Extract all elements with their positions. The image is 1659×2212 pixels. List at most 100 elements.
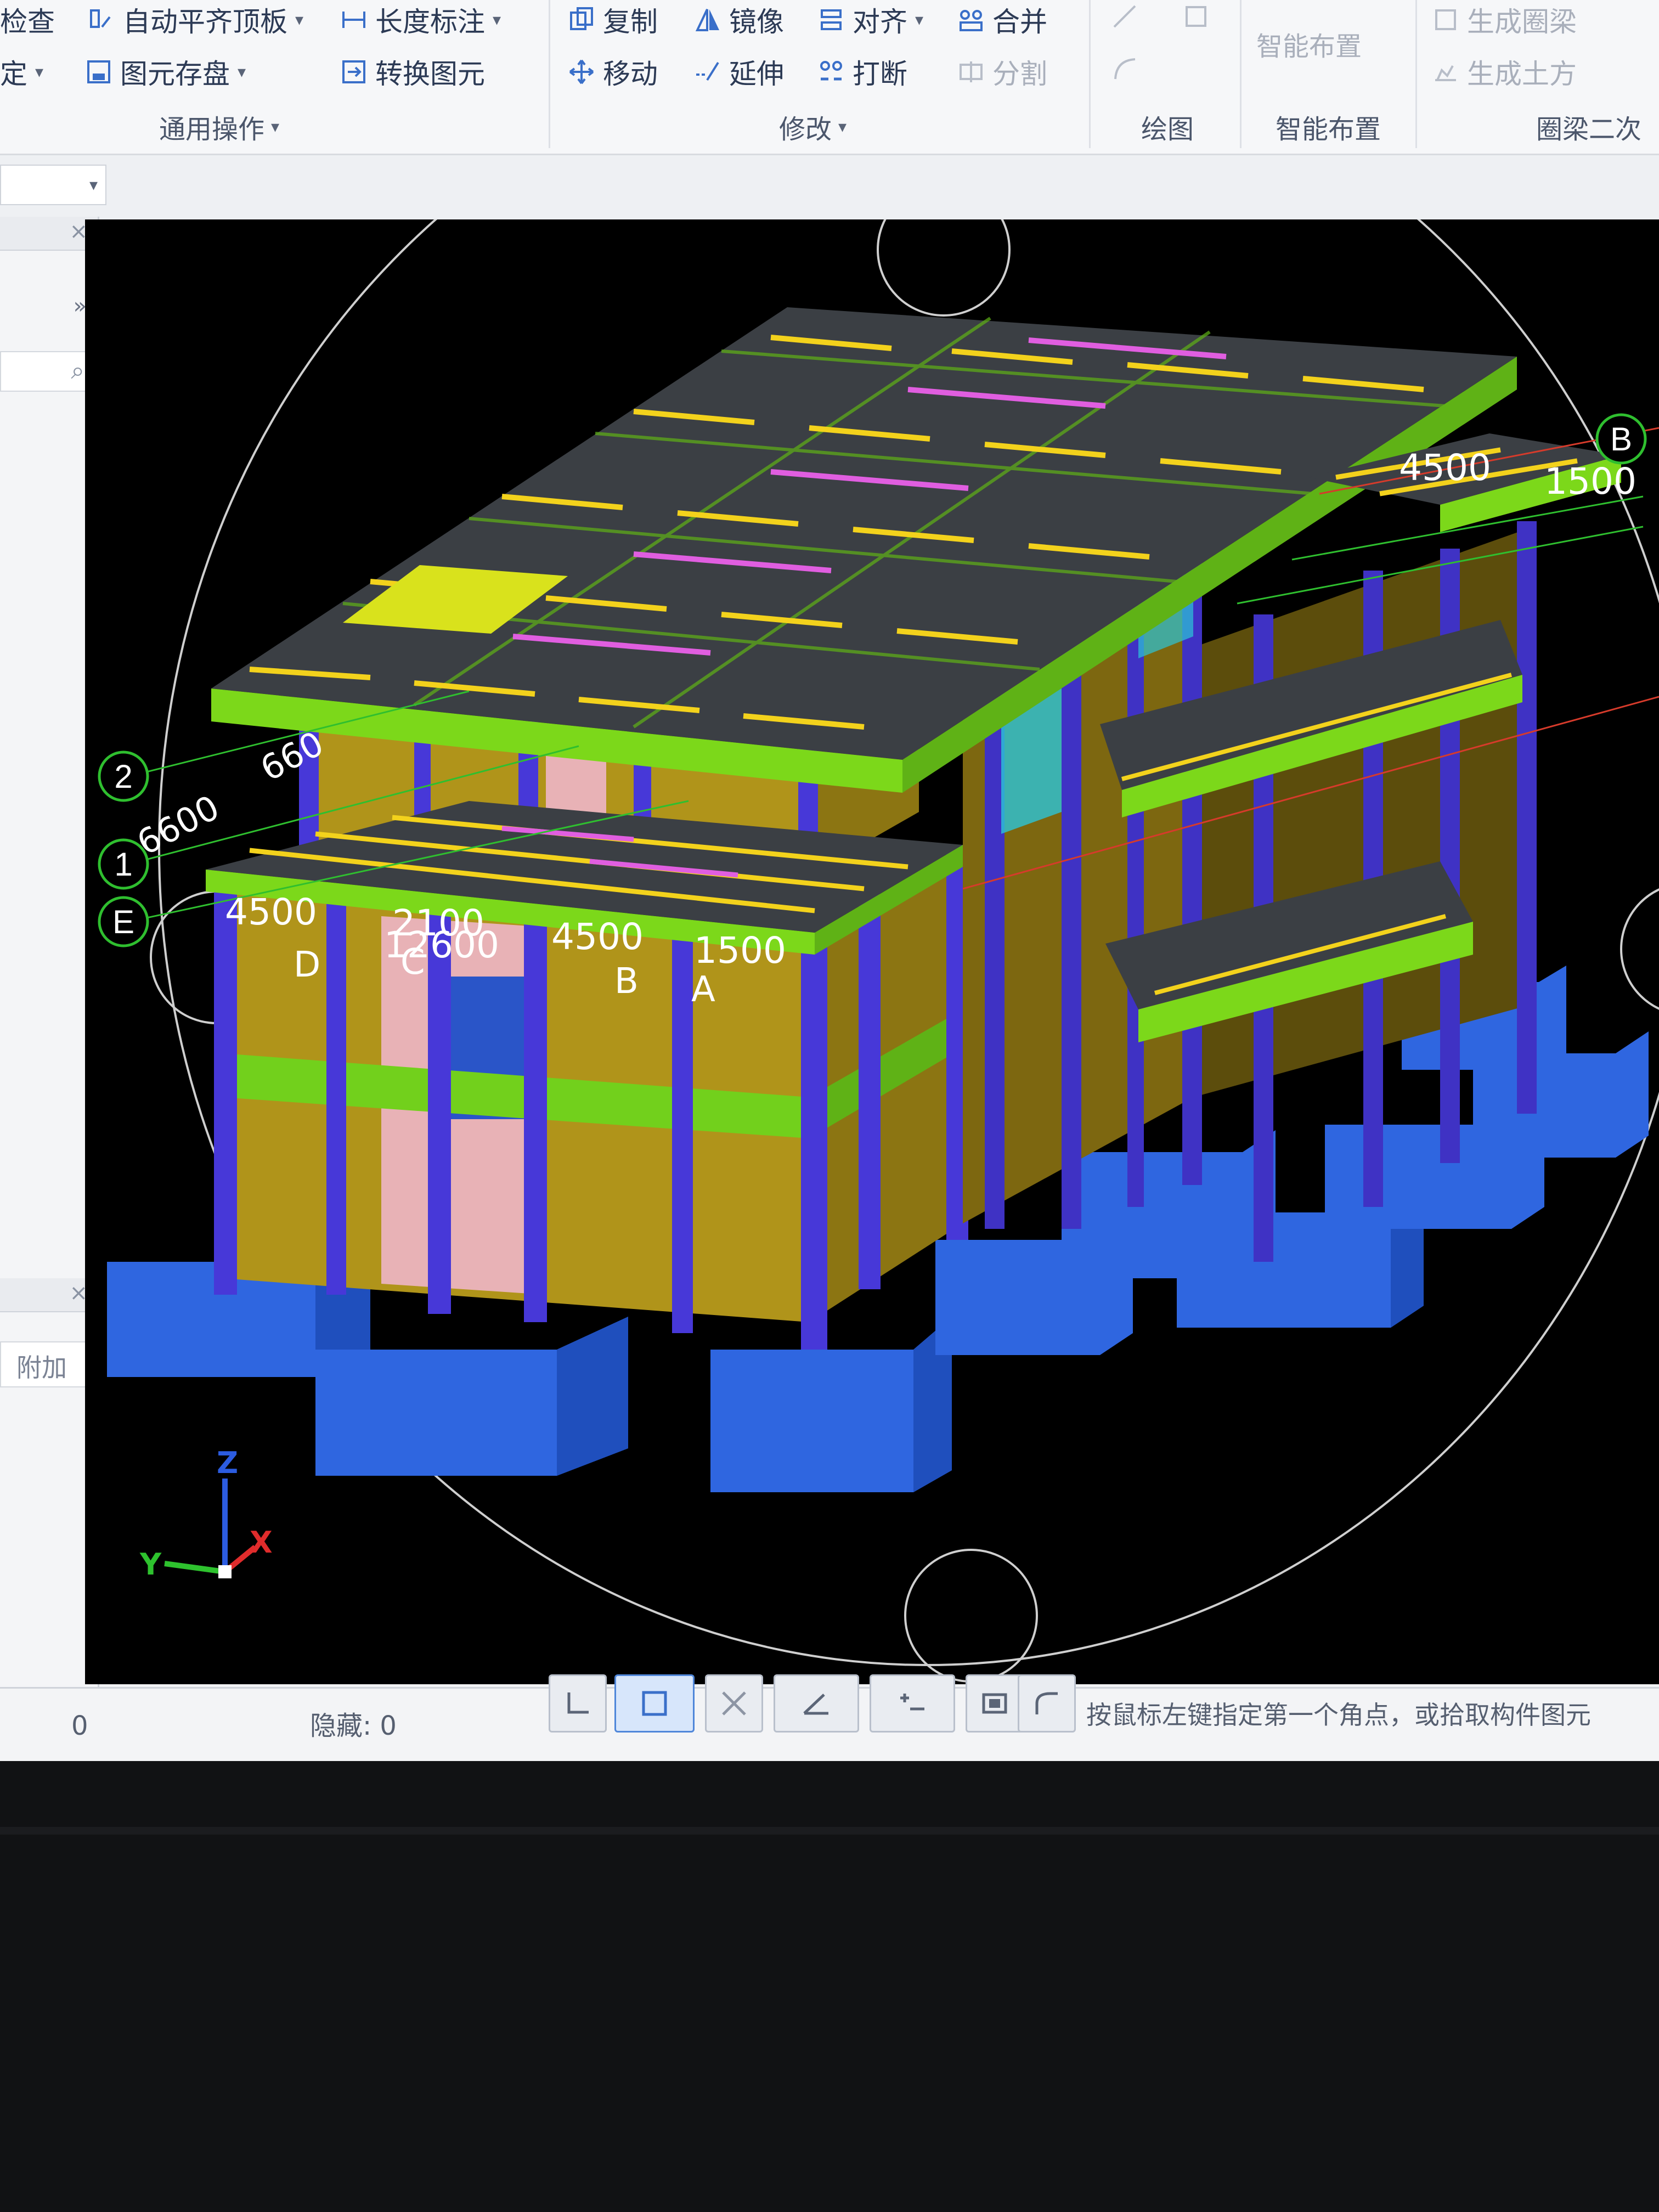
- lock-button[interactable]: 定 ▾: [0, 52, 43, 92]
- orbit-handle-bottom[interactable]: [904, 1549, 1038, 1683]
- mirror-icon: [694, 6, 721, 33]
- rect-draw-icon[interactable]: [1182, 3, 1210, 30]
- chevron-down-icon: ▾: [838, 117, 847, 137]
- merge-icon: [957, 6, 985, 33]
- break-label: 打断: [853, 58, 907, 90]
- group-label-modify[interactable]: 修改 ▾: [779, 108, 847, 146]
- check-button[interactable]: 检查: [0, 0, 55, 40]
- property-panel-header: ×: [0, 1278, 98, 1312]
- save-element-button[interactable]: 图元存盘 ▾: [85, 52, 246, 92]
- axis-bubble-2[interactable]: 2: [98, 751, 149, 802]
- smart-place-button[interactable]: 智能布置: [1256, 25, 1362, 63]
- panel-header: ×: [0, 217, 98, 251]
- arc-icon: [1035, 1692, 1058, 1714]
- move-button[interactable]: 移动: [568, 52, 658, 92]
- convert-icon: [340, 58, 368, 86]
- dim-front-4500-a: 4500: [225, 891, 317, 933]
- mirror-label: 镜像: [729, 6, 784, 38]
- ribbon-toolbar: 检查 自动平齐顶板 ▾ 长度标注 ▾ 定 ▾ 图元存盘 ▾ 转换图元 通用操作 …: [0, 0, 1659, 155]
- convert-element-label: 转换图元: [375, 58, 485, 90]
- align-slab-icon: [88, 6, 115, 33]
- triad-x: X: [250, 1525, 273, 1560]
- status-left-value: 0: [71, 1711, 88, 1741]
- building-model[interactable]: 2 1 E B 6600 660 4500 2100 12600 4500 15…: [85, 219, 1659, 1684]
- axis-label-d: D: [294, 945, 320, 985]
- check-label: 检查: [0, 6, 55, 38]
- move-label: 移动: [603, 58, 658, 90]
- 3d-viewport[interactable]: 2 1 E B 6600 660 4500 2100 12600 4500 15…: [85, 219, 1659, 1684]
- generate-earthwork-label: 生成土方: [1467, 58, 1577, 90]
- axis-bubble-b-far[interactable]: B: [1595, 413, 1647, 465]
- chevron-down-icon: ▾: [89, 176, 98, 195]
- merge-label: 合并: [992, 6, 1047, 38]
- offset-snap-button[interactable]: [870, 1674, 955, 1733]
- group-separator: [1415, 0, 1417, 148]
- screenshot-button[interactable]: [966, 1674, 1024, 1733]
- ortho-icon: [567, 1692, 589, 1714]
- group-label-smart: 智能布置: [1276, 108, 1381, 146]
- hidden-count: 隐藏: 0: [310, 1711, 397, 1741]
- svg-text:E: E: [112, 904, 134, 940]
- triad-y: Y: [139, 1547, 162, 1582]
- merge-button[interactable]: 合并: [957, 0, 1047, 40]
- group-label-ring-beam: 圈梁二次: [1536, 108, 1641, 146]
- group-modify-text: 修改: [779, 114, 832, 145]
- angle-icon: [803, 1694, 828, 1715]
- group-label-common[interactable]: 通用操作 ▾: [159, 108, 279, 146]
- chevron-down-icon: ▾: [271, 117, 280, 137]
- chevron-down-icon[interactable]: ▾: [493, 10, 501, 30]
- floor-dropdown[interactable]: ▾: [0, 165, 106, 205]
- cross-select-button[interactable]: [705, 1674, 763, 1733]
- axis-bubble-e[interactable]: E: [98, 896, 149, 947]
- split-icon: [957, 58, 985, 86]
- arc-snap-button[interactable]: [1018, 1674, 1076, 1733]
- ortho-mode-button[interactable]: [549, 1674, 607, 1733]
- generate-earthwork-button[interactable]: 生成土方: [1432, 52, 1577, 92]
- sub-toolbar: [0, 155, 1659, 221]
- group-draw-text: 绘图: [1141, 114, 1194, 145]
- mirror-button[interactable]: 镜像: [694, 0, 784, 40]
- auto-align-slab-button[interactable]: 自动平齐顶板 ▾: [88, 0, 303, 40]
- offset-icon: [900, 1694, 924, 1711]
- line-draw-icon[interactable]: [1111, 3, 1138, 30]
- capture-icon: [982, 1693, 1007, 1714]
- select-box-button[interactable]: [614, 1674, 695, 1733]
- group-separator: [1089, 0, 1091, 148]
- chevron-down-icon[interactable]: ▾: [35, 63, 43, 82]
- angle-snap-button[interactable]: [774, 1674, 859, 1733]
- auto-align-slab-label: 自动平齐顶板: [123, 6, 287, 38]
- orbit-handle-top[interactable]: [877, 219, 1011, 317]
- group-ring-beam-text: 圈梁二次: [1536, 114, 1642, 145]
- length-dimension-label: 长度标注: [375, 6, 485, 38]
- chevron-down-icon[interactable]: ▾: [295, 10, 303, 30]
- copy-button[interactable]: 复制: [568, 0, 658, 40]
- left-panel: × » ⌕ × 附加: [0, 217, 100, 1742]
- split-button[interactable]: 分割: [957, 52, 1047, 92]
- dimension-icon: [340, 6, 368, 33]
- extend-button[interactable]: 延伸: [694, 52, 784, 92]
- length-dimension-button[interactable]: 长度标注 ▾: [340, 0, 501, 40]
- group-separator: [1240, 0, 1242, 148]
- chevron-down-icon[interactable]: ▾: [915, 10, 923, 30]
- svg-text:2: 2: [114, 758, 132, 795]
- group-separator: [549, 0, 550, 148]
- dim-far-1500: 1500: [1544, 460, 1637, 503]
- status-prompt: 按鼠标左键指定第一个角点，或拾取构件图元: [1086, 1700, 1591, 1730]
- chevron-down-icon[interactable]: ▾: [238, 63, 246, 82]
- break-button[interactable]: 打断: [817, 52, 907, 92]
- save-element-label: 图元存盘: [120, 58, 230, 90]
- bezel-edge: [0, 1827, 1659, 1835]
- smart-place-label: 智能布置: [1256, 31, 1362, 62]
- generate-ring-beam-button[interactable]: 生成圈梁: [1432, 0, 1577, 40]
- align-button[interactable]: 对齐 ▾: [817, 0, 923, 40]
- search-icon[interactable]: ⌕: [71, 357, 84, 385]
- split-label: 分割: [992, 58, 1047, 90]
- copy-icon: [568, 6, 595, 33]
- convert-element-button[interactable]: 转换图元: [340, 52, 485, 92]
- orbit-handle-right[interactable]: [1620, 883, 1659, 1015]
- arc-draw-icon[interactable]: [1111, 55, 1138, 82]
- svg-text:1: 1: [114, 846, 132, 883]
- copy-label: 复制: [603, 6, 658, 38]
- dim-front-4500-b: 4500: [551, 916, 644, 958]
- dim-front-1500: 1500: [694, 929, 786, 972]
